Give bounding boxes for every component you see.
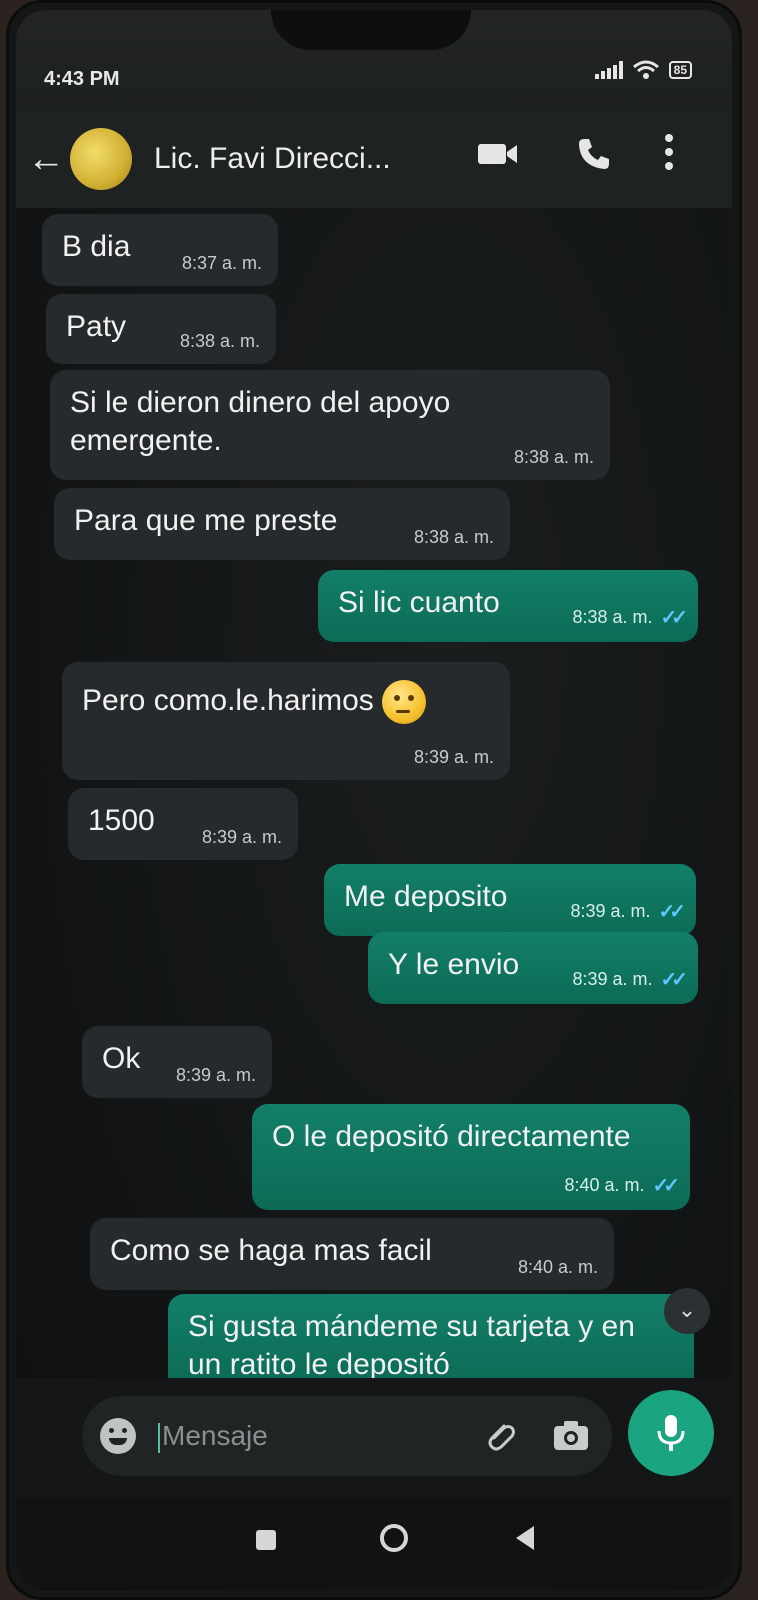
message-bubble-incoming[interactable]: Ok 8:39 a. m. — [82, 1026, 272, 1098]
message-bubble-incoming[interactable]: 1500 8:39 a. m. — [68, 788, 298, 860]
camera-notch — [271, 10, 471, 50]
message-text: Si le dieron dinero del apoyo emergente. — [70, 386, 451, 457]
message-bubble-incoming[interactable]: Paty 8:38 a. m. — [46, 294, 276, 364]
chat-header: ← Lic. Favi Direcci... — [16, 110, 732, 208]
message-time: 8:39 a. m. — [201, 827, 282, 847]
camera-icon[interactable] — [552, 1418, 590, 1452]
microphone-icon — [657, 1415, 685, 1451]
message-text: O le depositó directamente — [272, 1120, 631, 1153]
message-time: 8:39 a. m. — [570, 901, 651, 921]
phone-frame: 4:43 PM 85 ← Lic. Favi Direcci... B dia … — [6, 0, 742, 1600]
system-navigation-bar — [16, 1498, 732, 1588]
wifi-icon — [632, 60, 659, 79]
read-receipt-icon: ✓✓ — [660, 607, 687, 629]
message-bubble-outgoing[interactable]: Si gusta mándeme su tarjeta y en un rati… — [168, 1294, 694, 1384]
message-bubble-incoming[interactable]: Para que me preste 8:38 a. m. — [54, 488, 510, 560]
message-time: 8:39 a. m. — [572, 969, 653, 989]
message-time: 8:40 a. m. — [517, 1257, 598, 1277]
emoji-icon[interactable] — [100, 1418, 136, 1454]
message-time: 8:38 a. m. — [513, 447, 594, 467]
message-bubble-incoming[interactable]: Si le dieron dinero del apoyo emergente.… — [50, 370, 610, 480]
recents-button[interactable] — [256, 1530, 276, 1550]
message-time: 8:39 a. m. — [413, 747, 494, 767]
attach-icon[interactable] — [482, 1418, 518, 1454]
message-bubble-incoming[interactable]: Como se haga mas facil 8:40 a. m. — [90, 1218, 614, 1290]
battery-icon: 85 — [668, 61, 692, 79]
message-time: 8:38 a. m. — [572, 607, 653, 627]
microphone-button[interactable] — [628, 1390, 714, 1476]
message-time: 8:40 a. m. — [564, 1175, 645, 1195]
system-icons: 85 — [594, 60, 692, 80]
scroll-to-bottom-button[interactable]: ⌄ — [664, 1288, 710, 1334]
phone-icon[interactable] — [576, 136, 612, 172]
home-button[interactable] — [380, 1524, 408, 1552]
message-input[interactable]: Mensaje — [82, 1396, 612, 1476]
contact-name[interactable]: Lic. Favi Direcci... — [154, 142, 454, 176]
read-receipt-icon: ✓✓ — [660, 969, 687, 991]
message-bubble-outgoing[interactable]: Si lic cuanto 8:38 a. m. ✓✓ — [318, 570, 698, 642]
back-arrow-icon[interactable]: ← — [24, 138, 68, 181]
message-bubble-outgoing[interactable]: Me deposito 8:39 a. m. ✓✓ — [324, 864, 696, 936]
message-time: 8:37 a. m. — [181, 253, 262, 273]
message-text: Pero como.le.harimos — [82, 683, 374, 717]
more-options-icon[interactable] — [664, 132, 674, 172]
message-time: 8:38 a. m. — [413, 527, 494, 547]
message-bubble-incoming[interactable]: B dia 8:37 a. m. — [42, 214, 278, 286]
read-receipt-icon: ✓✓ — [658, 901, 685, 923]
message-list[interactable]: B dia 8:37 a. m. Paty 8:38 a. m. Si le d… — [16, 208, 732, 1384]
message-placeholder: Mensaje — [162, 1420, 268, 1451]
thinking-face-emoji-icon — [381, 680, 426, 724]
message-text: Si gusta mándeme su tarjeta y en un rati… — [188, 1310, 635, 1381]
message-time: 8:39 a. m. — [175, 1065, 256, 1085]
video-call-icon[interactable] — [476, 138, 520, 170]
read-receipt-icon: ✓✓ — [652, 1175, 679, 1197]
message-composer: Mensaje — [16, 1378, 732, 1498]
signal-icon — [594, 61, 623, 79]
screen: 4:43 PM 85 ← Lic. Favi Direcci... B dia … — [16, 10, 732, 1590]
message-time: 8:38 a. m. — [179, 331, 260, 351]
message-bubble-incoming[interactable]: Pero como.le.harimos 8:39 a. m. — [62, 662, 510, 780]
avatar[interactable] — [70, 128, 132, 190]
back-button[interactable] — [516, 1526, 534, 1550]
message-bubble-outgoing[interactable]: O le depositó directamente 8:40 a. m. ✓✓ — [252, 1104, 690, 1210]
message-bubble-outgoing[interactable]: Y le envio 8:39 a. m. ✓✓ — [368, 932, 698, 1004]
status-time: 4:43 PM — [44, 68, 120, 90]
